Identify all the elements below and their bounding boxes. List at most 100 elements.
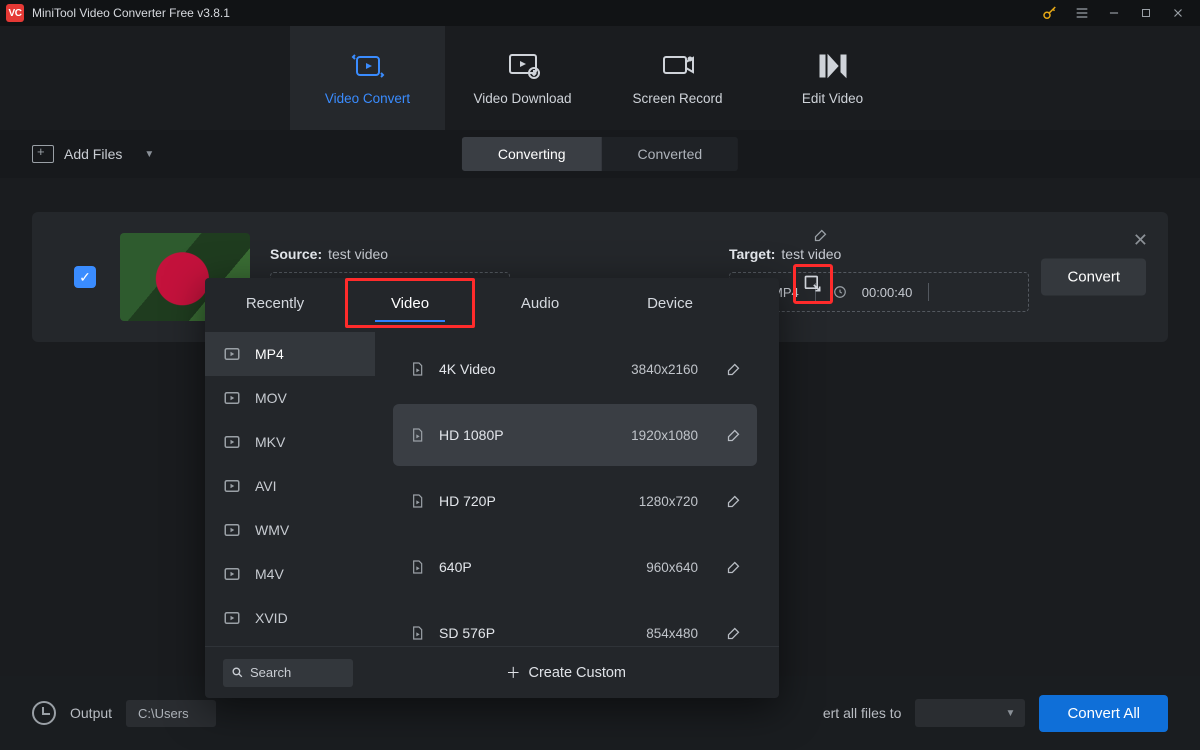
format-file-icon <box>223 610 243 626</box>
format-file-icon <box>223 346 243 362</box>
rename-target-icon[interactable] <box>813 228 828 243</box>
picker-tab-audio[interactable]: Audio <box>475 278 605 328</box>
target-name: test video <box>781 246 841 262</box>
format-file-icon <box>223 478 243 494</box>
maximize-icon[interactable] <box>1130 2 1162 24</box>
search-placeholder: Search <box>250 665 291 680</box>
video-file-icon <box>409 559 425 575</box>
tab-screen-record[interactable]: Screen Record <box>600 26 755 130</box>
format-name: XVID <box>255 610 288 626</box>
format-item-mkv[interactable]: MKV <box>205 420 375 464</box>
schedule-icon[interactable] <box>32 701 56 725</box>
tab-edit-video[interactable]: Edit Video <box>755 26 910 130</box>
preset-item[interactable]: HD 1080P 1920x1080 <box>393 404 757 466</box>
tab-label: Video Download <box>473 91 571 106</box>
add-files-button[interactable]: Add Files ▼ <box>32 145 154 163</box>
video-file-icon <box>409 493 425 509</box>
preset-name: SD 576P <box>439 625 632 641</box>
output-label: Output <box>70 705 112 721</box>
convert-button[interactable]: Convert <box>1041 259 1146 296</box>
tab-label: Video Convert <box>325 91 410 106</box>
remove-item-icon[interactable]: ✕ <box>1133 230 1148 251</box>
add-files-label: Add Files <box>64 146 122 162</box>
create-custom-button[interactable]: ＋ Create Custom <box>353 662 779 683</box>
preset-item[interactable]: HD 720P 1280x720 <box>393 470 757 532</box>
seg-converted[interactable]: Converted <box>602 137 739 171</box>
license-key-icon[interactable] <box>1034 2 1066 24</box>
format-name: MKV <box>255 434 285 450</box>
picker-footer: Search ＋ Create Custom <box>205 646 779 698</box>
preset-edit-icon[interactable] <box>726 560 741 575</box>
toolbar: Add Files ▼ Converting Converted <box>0 130 1200 178</box>
preset-edit-icon[interactable] <box>726 428 741 443</box>
format-file-icon <box>223 390 243 406</box>
video-file-icon <box>409 625 425 641</box>
format-name: M4V <box>255 566 284 582</box>
preset-list[interactable]: 4K Video3840x2160 HD 1080P 1920x1080 HD 720… <box>375 328 779 646</box>
format-search-input[interactable]: Search <box>223 659 353 687</box>
format-item-mp4[interactable]: MP4 <box>205 332 375 376</box>
format-item-m4v[interactable]: M4V <box>205 552 375 596</box>
preset-item[interactable]: SD 576P 854x480 <box>393 602 757 646</box>
preset-resolution: 854x480 <box>646 626 698 641</box>
chevron-down-icon[interactable]: ▼ <box>144 149 154 160</box>
target-preset-expand-button[interactable] <box>800 271 826 297</box>
preset-resolution: 1280x720 <box>639 494 698 509</box>
preset-edit-icon[interactable] <box>726 494 741 509</box>
picker-tab-recently[interactable]: Recently <box>205 278 345 328</box>
preset-item[interactable]: 4K Video3840x2160 <box>393 338 757 400</box>
picker-tab-video[interactable]: Video <box>345 278 475 328</box>
source-name: test video <box>328 246 388 262</box>
menu-icon[interactable] <box>1066 2 1098 24</box>
format-item-wmv[interactable]: WMV <box>205 508 375 552</box>
source-label: Source: <box>270 246 322 262</box>
merge-format-dropdown[interactable]: ▼ <box>915 699 1025 727</box>
preset-resolution: 3840x2160 <box>631 362 698 377</box>
item-checkbox[interactable]: ✓ <box>74 266 96 288</box>
minimize-icon[interactable] <box>1098 2 1130 24</box>
picker-tabs: Recently Video Audio Device <box>205 278 779 328</box>
preset-resolution: 1920x1080 <box>631 428 698 443</box>
target-label: Target: <box>729 246 775 262</box>
edit-video-icon <box>814 51 852 81</box>
format-name: WMV <box>255 522 289 538</box>
status-segment: Converting Converted <box>462 137 738 171</box>
convert-icon <box>349 51 387 81</box>
format-file-icon <box>223 522 243 538</box>
format-list[interactable]: MP4MOVMKVAVIWMVM4VXVIDASF <box>205 328 375 646</box>
clock-icon <box>832 284 848 300</box>
format-item-mov[interactable]: MOV <box>205 376 375 420</box>
format-name: MOV <box>255 390 287 406</box>
close-icon[interactable] <box>1162 2 1194 24</box>
format-picker: Recently Video Audio Device MP4 MOV MKV AVI… <box>205 278 779 698</box>
preset-edit-icon[interactable] <box>726 626 741 641</box>
preset-edit-icon[interactable] <box>726 362 741 377</box>
format-item-xvid[interactable]: XVID <box>205 596 375 640</box>
tab-label: Screen Record <box>632 91 722 106</box>
target-duration: 00:00:40 <box>862 285 913 300</box>
preset-name: HD 1080P <box>439 427 617 443</box>
preset-item[interactable]: 640P 960x640 <box>393 536 757 598</box>
app-logo-icon: VC <box>6 4 24 22</box>
format-file-icon <box>223 434 243 450</box>
top-nav: Video Convert Video Download Screen Reco… <box>0 26 1200 130</box>
output-path-field[interactable]: C:\Users <box>126 700 216 727</box>
format-item-avi[interactable]: AVI <box>205 464 375 508</box>
video-file-icon <box>409 427 425 443</box>
add-files-icon <box>32 145 54 163</box>
seg-converting[interactable]: Converting <box>462 137 602 171</box>
preset-name: 640P <box>439 559 632 575</box>
convert-all-button[interactable]: Convert All <box>1039 695 1168 732</box>
tab-label: Edit Video <box>802 91 863 106</box>
tab-video-convert[interactable]: Video Convert <box>290 26 445 130</box>
format-name: AVI <box>255 478 277 494</box>
tab-video-download[interactable]: Video Download <box>445 26 600 130</box>
preset-name: HD 720P <box>439 493 625 509</box>
preset-resolution: 960x640 <box>646 560 698 575</box>
download-icon <box>504 51 542 81</box>
format-name: MP4 <box>255 346 284 362</box>
format-file-icon <box>223 566 243 582</box>
video-file-icon <box>409 361 425 377</box>
picker-tab-device[interactable]: Device <box>605 278 735 328</box>
merge-label: ert all files to <box>823 705 902 721</box>
